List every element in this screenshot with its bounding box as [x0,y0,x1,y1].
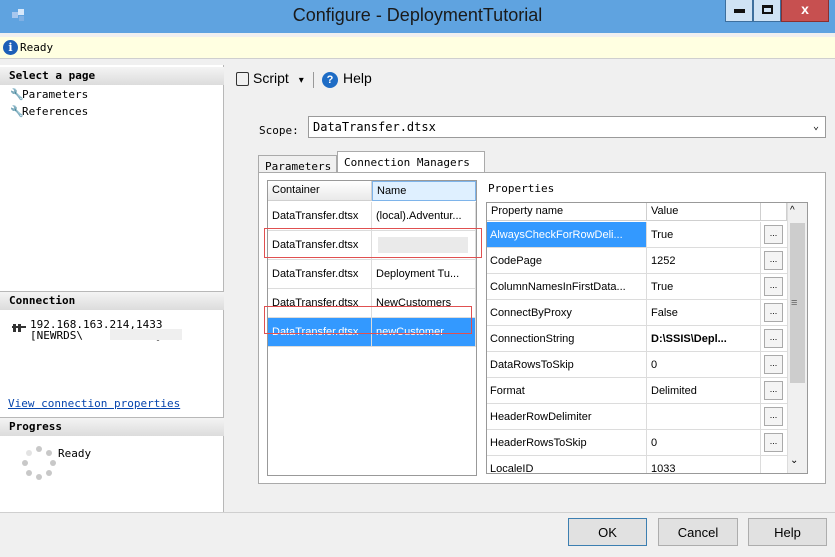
progress-spinner-icon [22,446,56,480]
property-row-value[interactable]: 0 [647,352,761,378]
property-row-name[interactable]: CodePage [487,248,647,274]
script-button[interactable]: Script ▾ [253,70,304,86]
highlight-box [264,306,472,334]
ellipsis-button[interactable]: ... [764,303,783,322]
maximize-button[interactable] [753,0,781,22]
ellipsis-button[interactable]: ... [764,381,783,400]
select-page-header: Select a page [0,67,224,85]
view-connection-link[interactable]: View connection properties [8,397,180,410]
wrench-icon: 🔧 [10,88,24,101]
table-row-name[interactable]: Deployment Tu... [372,260,476,289]
ellipsis-button[interactable]: ... [764,329,783,348]
property-row-name[interactable]: Format [487,378,647,404]
property-row-name[interactable]: HeaderRowDelimiter [487,404,647,430]
close-button[interactable]: x [781,0,829,22]
script-icon[interactable] [236,72,249,86]
property-row-name[interactable]: AlwaysCheckForRowDeli... [487,222,647,248]
page-item-label: Parameters [22,88,89,101]
progress-header: Progress [0,418,224,436]
property-row-value[interactable]: False [647,300,761,326]
connection-user-prefix: [NEWRDS\ [30,329,83,342]
column-header-name[interactable]: Name [372,181,476,201]
property-row-name[interactable]: ConnectionString [487,326,647,352]
property-row-name[interactable]: HeaderRowsToSkip [487,430,647,456]
cancel-button[interactable]: Cancel [658,518,738,546]
property-row-value[interactable]: 0 [647,430,761,456]
status-bar: i Ready [0,37,835,59]
property-row-name[interactable]: LocaleID [487,456,647,473]
status-text: Ready [20,41,54,54]
close-icon: x [801,1,809,17]
help-icon[interactable]: ? [322,72,338,88]
progress-status: Ready [58,447,92,460]
window-title: Configure - DeploymentTutorial [292,5,543,25]
column-header-property-name[interactable]: Property name [487,203,647,221]
scope-label: Scope: [259,124,299,137]
info-icon: i [3,40,18,55]
column-header-value[interactable]: Value [647,203,761,221]
properties-grid: Property name Value AlwaysCheckForRowDel… [486,202,808,474]
table-row-container[interactable]: DataTransfer.dtsx [268,202,372,231]
toolbar-separator [313,72,314,88]
property-row-value[interactable]: True [647,274,761,300]
property-row-value[interactable] [647,404,761,430]
page-item-parameters[interactable]: 🔧Parameters [10,88,88,101]
page-item-references[interactable]: 🔧References [10,105,88,118]
table-row-container[interactable]: DataTransfer.dtsx [268,260,372,289]
script-label: Script [253,70,289,86]
tab-connection-managers[interactable]: Connection Managers [337,151,485,173]
highlight-box [264,228,482,258]
property-row-name[interactable]: ConnectByProxy [487,300,647,326]
footer-divider [0,512,835,513]
ok-button[interactable]: OK [568,518,647,546]
property-row-value[interactable]: True [647,222,761,248]
server-icon [12,323,26,336]
property-row-value[interactable]: Delimited [647,378,761,404]
scroll-up-icon[interactable]: ^ [790,205,795,216]
scroll-grip-icon: ≡ [791,297,798,309]
scope-select[interactable]: DataTransfer.dtsx ⌄ [308,116,826,138]
dropdown-arrow-icon[interactable]: ▾ [299,75,304,86]
property-row-value[interactable]: 1252 [647,248,761,274]
ellipsis-button[interactable]: ... [764,355,783,374]
column-header-container[interactable]: Container [268,181,372,201]
page-item-label: References [22,105,89,118]
connection-header: Connection [0,292,224,310]
property-row-value[interactable]: 1033 [647,456,761,473]
ellipsis-button[interactable]: ... [764,251,783,270]
ellipsis-button[interactable]: ... [764,225,783,244]
help-button[interactable]: Help [748,518,827,546]
table-row-name[interactable]: (local).Adventur... [372,202,476,231]
chevron-down-icon[interactable]: ⌄ [813,121,819,132]
scroll-down-icon[interactable]: ⌄ [790,455,798,466]
property-row-name[interactable]: DataRowsToSkip [487,352,647,378]
property-row-value[interactable]: D:\SSIS\Depl... [647,326,761,352]
scope-value: DataTransfer.dtsx [313,120,436,134]
column-header-blank [761,203,787,221]
title-bar: Configure - DeploymentTutorial x [0,0,835,33]
property-row-name[interactable]: ColumnNamesInFirstData... [487,274,647,300]
ellipsis-button[interactable]: ... [764,277,783,296]
redacted-box [110,329,182,340]
minimize-button[interactable] [725,0,753,22]
wrench-icon: 🔧 [10,105,24,118]
help-toolbar-button[interactable]: Help [343,70,372,86]
ellipsis-button[interactable]: ... [764,407,783,426]
properties-label: Properties [488,182,555,195]
ellipsis-button[interactable]: ... [764,433,783,452]
